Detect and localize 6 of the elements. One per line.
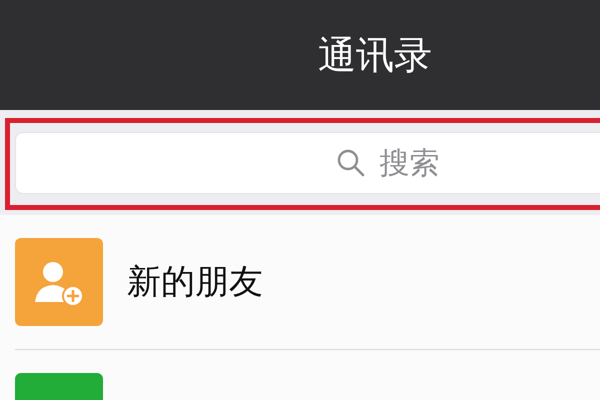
item-label: 新的朋友 bbox=[127, 261, 263, 304]
list-item[interactable]: 新的朋友 bbox=[0, 215, 600, 349]
screen-title: 通讯录 bbox=[318, 32, 432, 78]
search-icon bbox=[336, 148, 366, 178]
search-placeholder: 搜索 bbox=[380, 144, 440, 182]
add-person-icon bbox=[15, 238, 103, 326]
